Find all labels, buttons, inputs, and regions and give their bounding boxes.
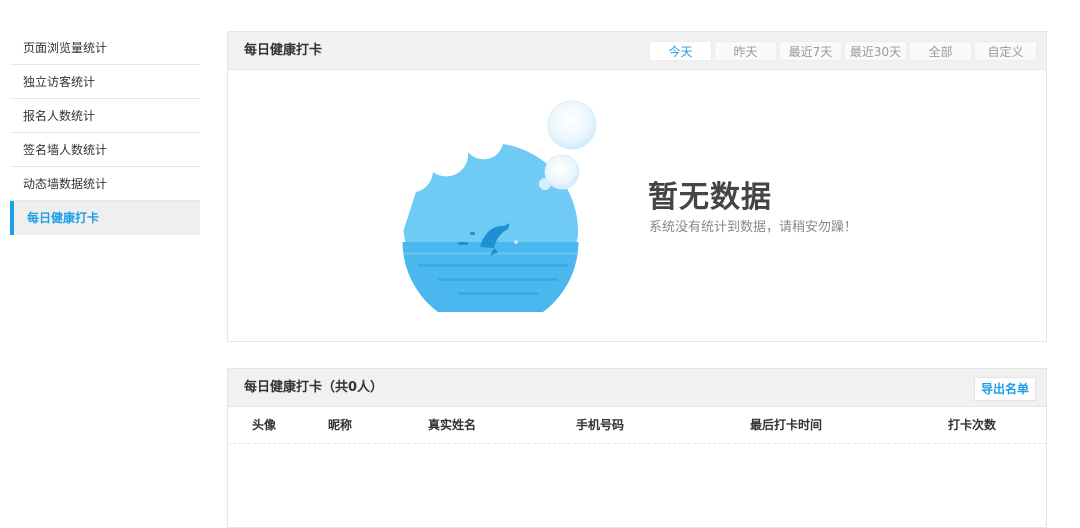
column-header-last-checkin-time[interactable]: 最后打卡时间 [750, 407, 822, 443]
tab-yesterday[interactable]: 昨天 [714, 41, 777, 61]
table-header: 头像 昵称 真实姓名 手机号码 最后打卡时间 打卡次数 [228, 407, 1046, 444]
column-header-nickname[interactable]: 昵称 [328, 407, 352, 443]
export-list-button[interactable]: 导出名单 [973, 377, 1036, 401]
stats-panel-title: 每日健康打卡 [244, 43, 323, 58]
empty-state-subtitle: 系统没有统计到数据，请稍安勿躁！ [649, 220, 858, 235]
date-range-tabs: 今天 昨天 最近7天 最近30天 全部 自定义 [647, 41, 1037, 61]
dolphin-bubble-illustration-icon [402, 100, 597, 312]
column-header-real-name[interactable]: 真实姓名 [428, 407, 476, 443]
column-header-phone[interactable]: 手机号码 [576, 407, 624, 443]
sidebar-item-unique-visitors[interactable]: 独立访客统计 [10, 65, 200, 99]
list-panel-title: 每日健康打卡（共0人） [244, 380, 384, 395]
stats-panel: 每日健康打卡 今天 昨天 最近7天 最近30天 全部 自定义 暂无数据 系统没有… [227, 31, 1047, 342]
tab-all[interactable]: 全部 [909, 41, 972, 61]
sidebar-item-daily-health-checkin[interactable]: 每日健康打卡 [10, 201, 200, 235]
sidebar: 页面浏览量统计 独立访客统计 报名人数统计 签名墙人数统计 动态墙数据统计 每日… [10, 31, 200, 235]
list-panel-header: 每日健康打卡（共0人） 导出名单 [228, 369, 1046, 407]
tab-last-30-days[interactable]: 最近30天 [844, 41, 907, 61]
sidebar-item-page-views[interactable]: 页面浏览量统计 [10, 31, 200, 65]
stats-panel-header: 每日健康打卡 今天 昨天 最近7天 最近30天 全部 自定义 [228, 32, 1046, 70]
sidebar-item-registrations[interactable]: 报名人数统计 [10, 99, 200, 133]
empty-state-title: 暂无数据 [648, 180, 772, 215]
sidebar-item-feed-wall[interactable]: 动态墙数据统计 [10, 167, 200, 201]
sidebar-item-signature-wall[interactable]: 签名墙人数统计 [10, 133, 200, 167]
tab-custom[interactable]: 自定义 [974, 41, 1037, 61]
checkin-list-panel: 每日健康打卡（共0人） 导出名单 头像 昵称 真实姓名 手机号码 最后打卡时间 … [227, 368, 1047, 528]
tab-today[interactable]: 今天 [649, 41, 712, 61]
column-header-avatar[interactable]: 头像 [252, 407, 276, 443]
tab-last-7-days[interactable]: 最近7天 [779, 41, 842, 61]
column-header-checkin-count[interactable]: 打卡次数 [948, 407, 996, 443]
